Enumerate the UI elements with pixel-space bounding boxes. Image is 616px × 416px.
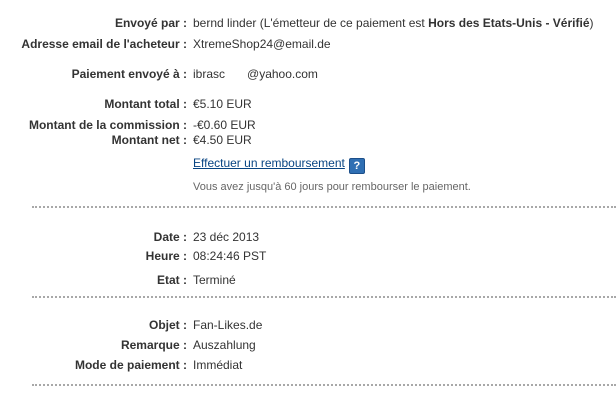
divider <box>32 206 616 208</box>
remark-value: Auszahlung <box>193 338 256 352</box>
fee-label: Montant de la commission : <box>28 118 187 132</box>
help-icon[interactable]: ? <box>348 158 365 174</box>
remark-label: Remarque : <box>120 338 187 352</box>
divider <box>32 296 616 298</box>
sender-status: Hors des Etats-Unis - Vérifié <box>428 16 590 30</box>
sender-detail-prefix: (L'émetteur de ce paiement est <box>259 16 429 30</box>
date-value: 23 déc 2013 <box>193 230 260 244</box>
buyer-email-label: Adresse email de l'acheteur : <box>21 37 187 51</box>
object-label: Objet : <box>149 318 187 332</box>
sent-to-value: ibrasc @yahoo.com <box>193 67 318 82</box>
refund-link[interactable]: Effectuer un remboursement <box>193 156 345 170</box>
sent-to-value-start: ibrasc <box>193 67 226 81</box>
date-label: Date : <box>153 230 187 244</box>
sent-to-value-end: @yahoo.com <box>247 67 318 81</box>
total-value: €5.10 EUR <box>193 97 252 111</box>
sender-detail-suffix: ) <box>589 16 594 30</box>
mode-label: Mode de paiement : <box>74 358 187 372</box>
sender-value: bernd linder (L'émetteur de ce paiement … <box>193 16 594 31</box>
net-value: €4.50 EUR <box>193 133 252 147</box>
object-value: Fan-Likes.de <box>193 318 263 332</box>
total-label: Montant total : <box>104 97 187 111</box>
status-label: Etat : <box>157 273 187 287</box>
sent-to-label: Paiement envoyé à : <box>71 67 187 81</box>
sender-name: bernd linder <box>193 16 257 30</box>
net-label: Montant net : <box>111 133 187 147</box>
refund-action: Effectuer un remboursement? <box>193 156 365 174</box>
divider <box>32 384 616 386</box>
status-value: Terminé <box>193 273 236 287</box>
fee-value: -€0.60 EUR <box>193 118 256 132</box>
mode-value: Immédiat <box>193 358 243 372</box>
redaction-mask <box>225 67 248 79</box>
buyer-email-value: XtremeShop24@email.de <box>193 37 331 51</box>
refund-note: Vous avez jusqu'à 60 jours pour rembours… <box>193 181 471 193</box>
time-value: 08:24:46 PST <box>193 249 267 263</box>
sender-label: Envoyé par : <box>114 16 187 30</box>
time-label: Heure : <box>145 249 187 263</box>
